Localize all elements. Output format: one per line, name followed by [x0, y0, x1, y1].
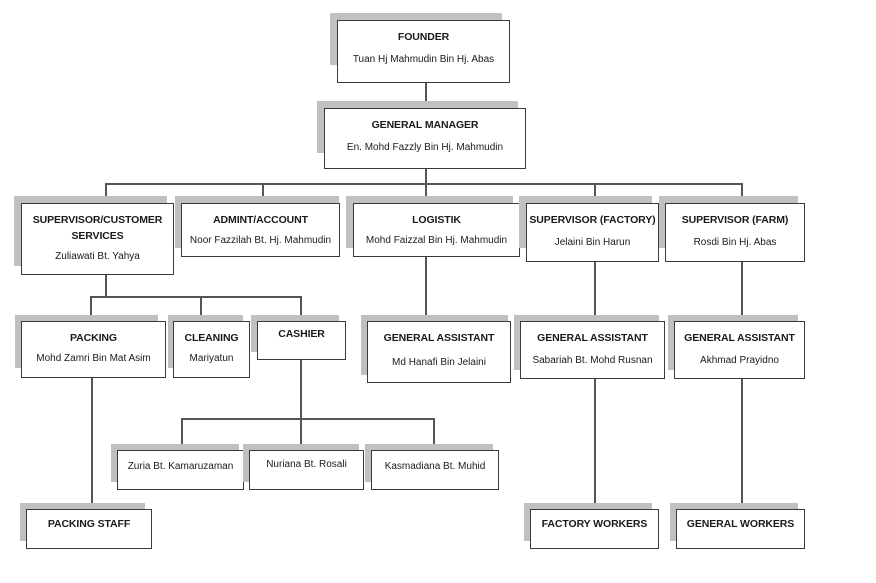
node-person: Zuliawati Bt. Yahya	[55, 251, 140, 262]
node-admin-account[interactable]: ADMINT/ACCOUNT Noor Fazzilah Bt. Hj. Mah…	[181, 203, 340, 257]
node-packing-staff[interactable]: PACKING STAFF	[26, 509, 152, 549]
node-person: Mohd Faizzal Bin Hj. Mahmudin	[365, 235, 508, 246]
node-person: En. Mohd Fazzly Bin Hj. Mahmudin	[346, 142, 504, 153]
node-title: GENERAL ASSISTANT	[383, 332, 495, 344]
node-cashier-staff-3[interactable]: Kasmadiana Bt. Muhid	[371, 450, 499, 490]
edge-cashier-down	[300, 359, 302, 419]
node-title: LOGISTIK	[412, 214, 461, 226]
node-title: GENERAL MANAGER	[371, 119, 479, 131]
node-logistik[interactable]: LOGISTIK Mohd Faizzal Bin Hj. Mahmudin	[353, 203, 520, 257]
edge-general-workers	[741, 378, 743, 508]
node-title: GENERAL ASSISTANT	[537, 332, 648, 344]
node-factory-workers[interactable]: FACTORY WORKERS	[530, 509, 659, 549]
edge-factory-ga	[594, 261, 596, 321]
node-general-assistant-factory[interactable]: GENERAL ASSISTANT Sabariah Bt. Mohd Rusn…	[520, 321, 665, 379]
node-supervisor-customer-services[interactable]: SUPERVISOR/CUSTOMER SERVICES Zuliawati B…	[21, 203, 174, 275]
node-title: PACKING	[70, 332, 117, 344]
node-person: Mohd Zamri Bin Mat Asim	[36, 353, 151, 364]
node-title: SUPERVISOR (FARM)	[681, 214, 789, 226]
node-title: CASHIER	[278, 328, 325, 340]
node-supervisor-factory[interactable]: SUPERVISOR (FACTORY) Jelaini Bin Harun	[526, 203, 659, 262]
node-person: Rosdi Bin Hj. Abas	[693, 237, 777, 248]
edge-to-cashier-3	[433, 418, 435, 445]
node-person: Tuan Hj Mahmudin Bin Hj. Abas	[352, 54, 495, 65]
node-cashier-staff-1[interactable]: Zuria Bt. Kamaruzaman	[117, 450, 244, 490]
node-title: CLEANING	[184, 332, 239, 344]
node-person: Md Hanafi Bin Jelaini	[392, 357, 486, 368]
edge-cashier-bar	[181, 418, 433, 420]
node-person: Akhmad Prayidno	[700, 355, 779, 366]
node-cashier-staff-2[interactable]: Nuriana Bt. Rosali	[249, 450, 364, 490]
node-person: Sabariah Bt. Mohd Rusnan	[532, 355, 653, 366]
edge-to-cashier-2	[300, 418, 302, 445]
node-general-assistant-logistik[interactable]: GENERAL ASSISTANT Md Hanafi Bin Jelaini	[367, 321, 511, 383]
node-person: Jelaini Bin Harun	[554, 237, 631, 248]
node-title: FACTORY WORKERS	[541, 518, 648, 530]
node-general-workers[interactable]: GENERAL WORKERS	[676, 509, 805, 549]
edge-farm-ga	[741, 261, 743, 321]
node-title: FOUNDER	[397, 31, 450, 43]
node-title: SUPERVISOR/CUSTOMER SERVICES	[32, 214, 163, 242]
node-cleaning[interactable]: CLEANING Mariyatun	[173, 321, 250, 378]
node-title: GENERAL WORKERS	[686, 518, 795, 530]
node-supervisor-farm[interactable]: SUPERVISOR (FARM) Rosdi Bin Hj. Abas	[665, 203, 805, 262]
node-founder[interactable]: FOUNDER Tuan Hj Mahmudin Bin Hj. Abas	[337, 20, 510, 83]
node-person: Mariyatun	[189, 353, 234, 364]
edge-to-cashier-1	[181, 418, 183, 445]
edge-cs-level3-bar	[90, 296, 301, 298]
edge-gm-down	[425, 168, 427, 183]
edge-factory-workers	[594, 378, 596, 508]
node-title: PACKING STAFF	[47, 518, 131, 530]
node-person: Nuriana Bt. Rosali	[266, 459, 347, 470]
node-title: SUPERVISOR (FACTORY)	[529, 214, 656, 226]
edge-gm-level2-bar	[105, 183, 742, 185]
node-person: Zuria Bt. Kamaruzaman	[127, 461, 234, 472]
node-title: ADMINT/ACCOUNT	[213, 214, 308, 226]
node-general-manager[interactable]: GENERAL MANAGER En. Mohd Fazzly Bin Hj. …	[324, 108, 526, 169]
edge-packing-staff	[91, 378, 93, 508]
node-general-assistant-farm[interactable]: GENERAL ASSISTANT Akhmad Prayidno	[674, 321, 805, 379]
node-cashier[interactable]: CASHIER	[257, 321, 346, 360]
node-person: Kasmadiana Bt. Muhid	[384, 461, 486, 472]
node-title: GENERAL ASSISTANT	[684, 332, 795, 344]
node-person: Noor Fazzilah Bt. Hj. Mahmudin	[189, 235, 332, 246]
edge-cs-down	[105, 274, 107, 296]
edge-logistik-ga	[425, 256, 427, 321]
node-packing[interactable]: PACKING Mohd Zamri Bin Mat Asim	[21, 321, 166, 378]
